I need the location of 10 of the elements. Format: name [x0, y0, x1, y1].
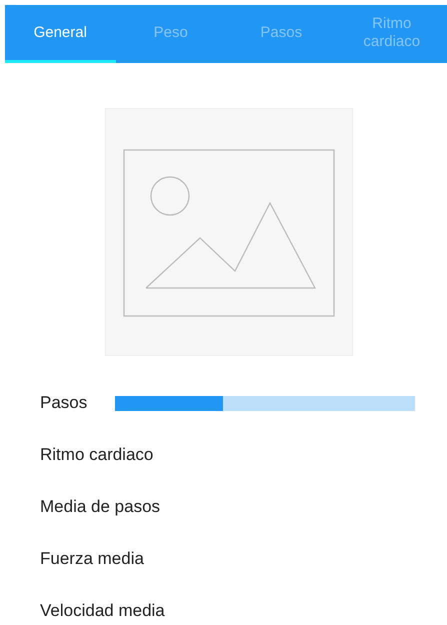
stat-label: Velocidad media: [40, 601, 165, 621]
tab[interactable]: Ritmo cardiaco: [336, 5, 447, 63]
stat-label: Fuerza media: [40, 549, 144, 569]
stat-label: Media de pasos: [40, 497, 160, 517]
tab[interactable]: Pasos: [226, 5, 336, 63]
image-placeholder-icon: [123, 149, 335, 317]
tab[interactable]: General: [5, 5, 116, 63]
tab[interactable]: Peso: [116, 5, 226, 63]
stat-label: Pasos: [40, 393, 88, 413]
stat-label: Ritmo cardiaco: [40, 445, 154, 465]
